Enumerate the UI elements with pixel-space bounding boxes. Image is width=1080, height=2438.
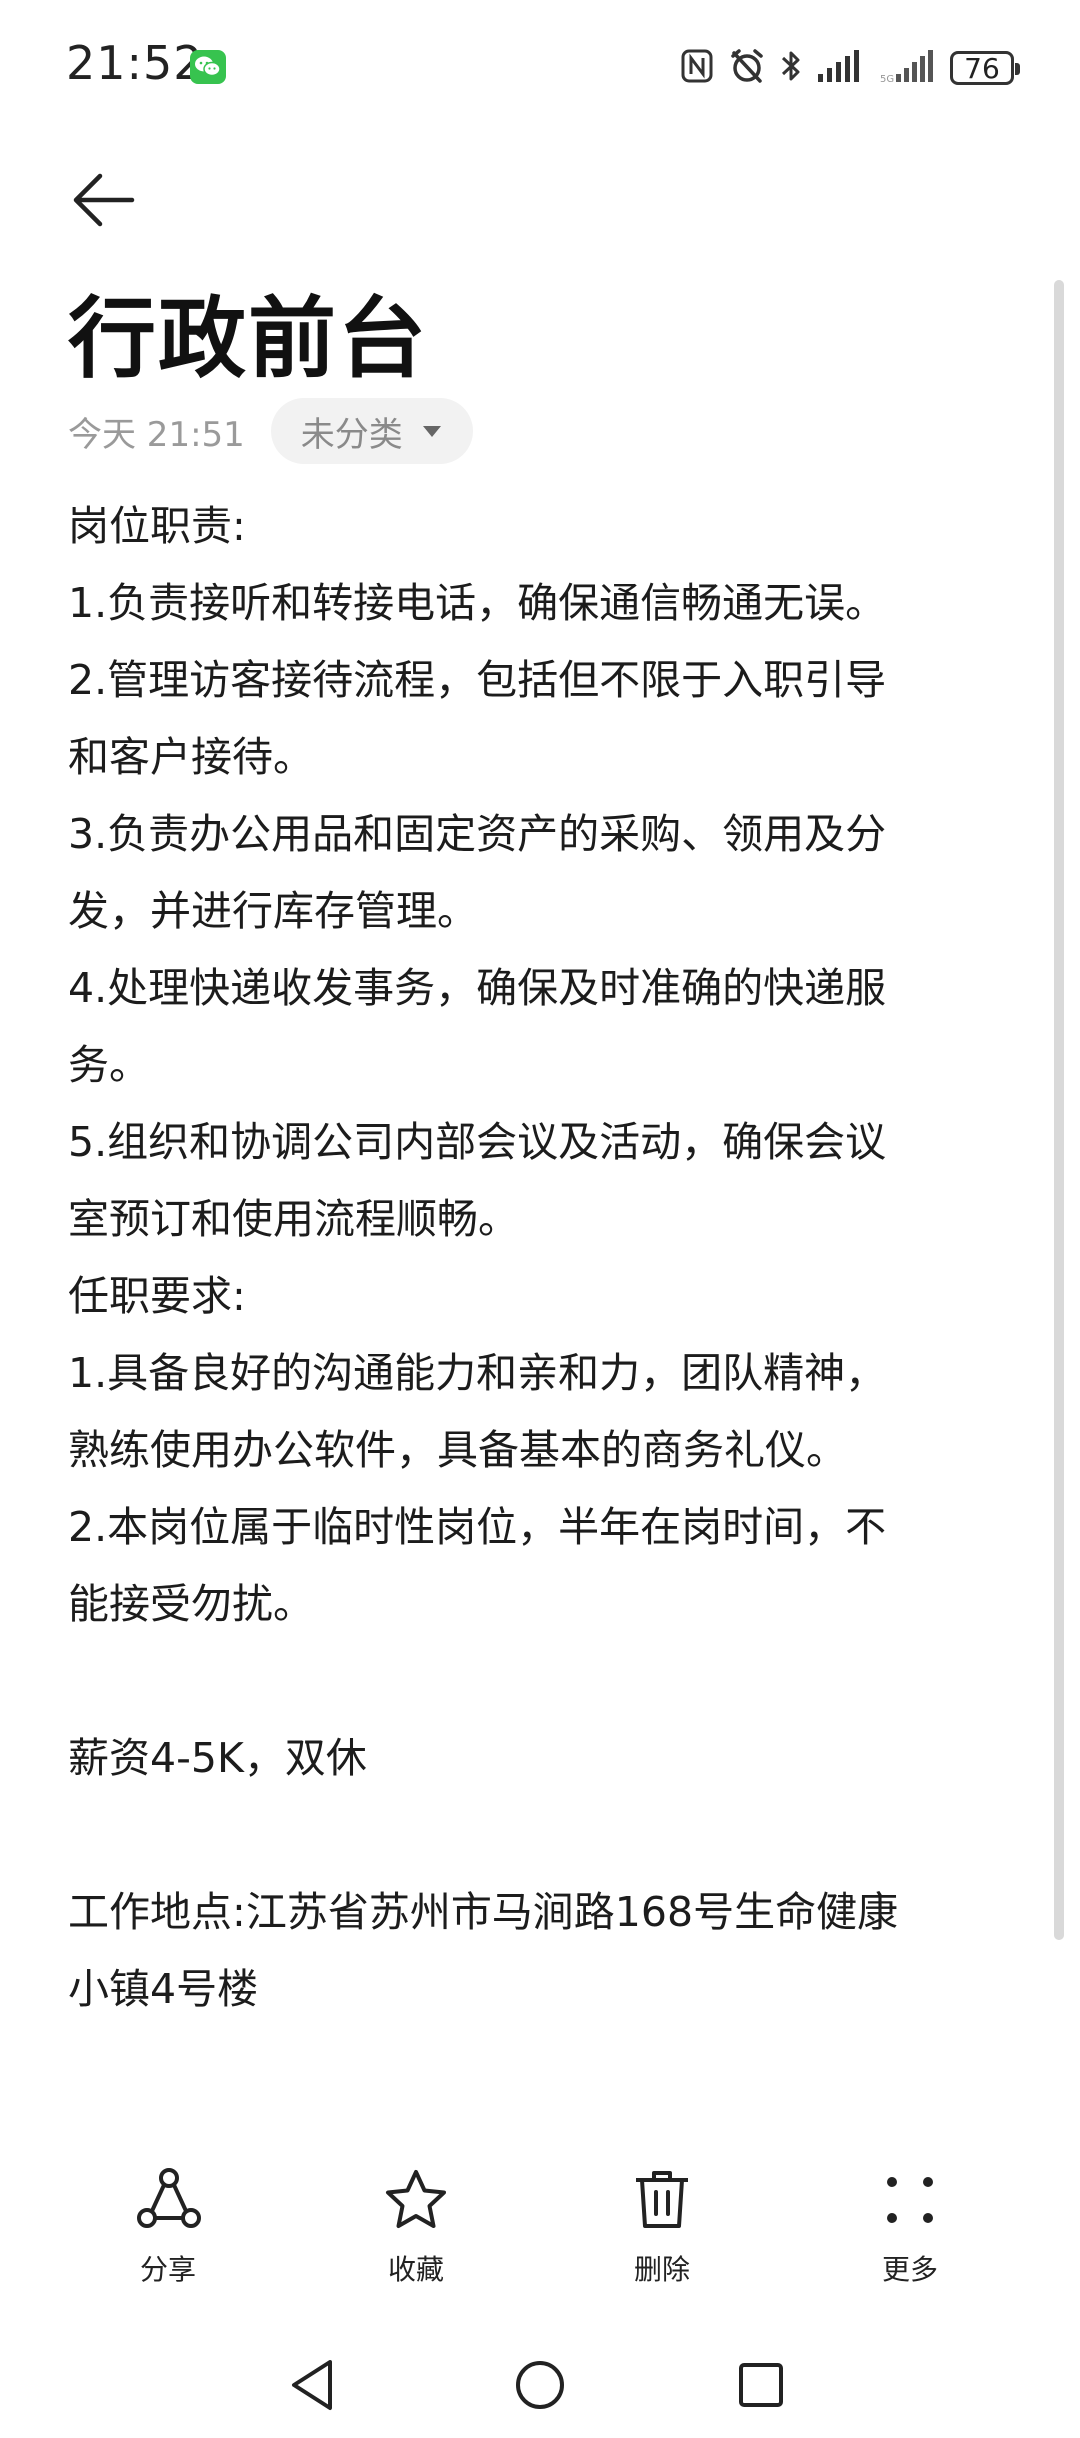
scrollbar-thumb[interactable]: [1054, 280, 1064, 1940]
note-line: 能接受勿扰。: [68, 1580, 314, 1628]
note-line: 2.管理访客接待流程，包括但不限于入职引导: [68, 656, 887, 704]
signal-strength-secondary-icon: 5G: [880, 48, 936, 88]
more-label: 更多: [881, 2253, 938, 2286]
note-line: 1.具备良好的沟通能力和亲和力，团队精神，: [68, 1349, 887, 1397]
note-line: 3.负责办公用品和固定资产的采购、领用及分: [68, 810, 887, 858]
nav-home-button[interactable]: [505, 2350, 575, 2420]
back-button[interactable]: [64, 160, 144, 240]
star-icon: [386, 2170, 446, 2228]
note-detail-screen: 21:52 5G 76 行政前台 今天 21:51 未分类 岗位职责: 1.负责…: [0, 0, 1080, 2438]
battery-indicator: 76: [950, 51, 1020, 85]
delete-button[interactable]: 删除: [582, 2160, 742, 2310]
category-dropdown[interactable]: 未分类: [270, 398, 473, 464]
note-line: 工作地点:江苏省苏州市马涧路168号生命健康: [68, 1888, 899, 1936]
note-line: 1.负责接听和转接电话，确保通信畅通无误。: [68, 579, 887, 627]
note-line: 4.处理快递收发事务，确保及时准确的快递服: [68, 964, 887, 1012]
scrollbar[interactable]: [1054, 280, 1064, 1940]
share-icon: [137, 2168, 201, 2228]
note-line: 务。: [68, 1041, 150, 1089]
trash-icon: [636, 2171, 688, 2228]
alarm-off-icon: [728, 47, 766, 89]
square-recents-icon: [739, 2363, 783, 2407]
bluetooth-icon: [780, 48, 802, 88]
note-blank-line: [68, 1797, 1008, 1874]
note-line: 小镇4号楼: [68, 1965, 259, 2013]
caret-down-icon: [422, 426, 441, 437]
share-button[interactable]: 分享: [88, 2160, 248, 2310]
triangle-back-icon: [292, 2360, 332, 2410]
note-title[interactable]: 行政前台: [68, 268, 428, 395]
delete-label: 删除: [633, 2253, 690, 2286]
favorite-label: 收藏: [387, 2253, 444, 2286]
note-line: 2.本岗位属于临时性岗位，半年在岗时间，不: [68, 1503, 887, 1551]
bottom-toolbar: 分享 收藏 删除 更多: [0, 2160, 1080, 2310]
note-meta: 今天 21:51 未分类: [68, 398, 473, 464]
status-time: 21:52: [66, 36, 204, 90]
note-line: 室预订和使用流程顺畅。: [68, 1195, 519, 1243]
note-line: 任职要求:: [68, 1272, 246, 1320]
category-label: 未分类: [300, 414, 403, 455]
more-button[interactable]: 更多: [830, 2160, 990, 2310]
note-line: 薪资4-5K，双休: [68, 1734, 367, 1782]
note-body[interactable]: 岗位职责: 1.负责接听和转接电话，确保通信畅通无误。 2.管理访客接待流程，包括但…: [68, 488, 1008, 2028]
status-bar: 21:52 5G 76: [0, 0, 1080, 140]
note-line: 岗位职责:: [68, 502, 246, 550]
arrow-left-icon: [73, 173, 135, 227]
wechat-notification-icon: [190, 50, 226, 84]
share-label: 分享: [139, 2253, 196, 2286]
nav-back-button[interactable]: [278, 2350, 348, 2420]
signal-strength-icon: [816, 48, 866, 88]
note-line: 熟练使用办公软件，具备基本的商务礼仪。: [68, 1426, 847, 1474]
more-dots-icon: [887, 2177, 933, 2223]
circle-home-icon: [516, 2361, 564, 2409]
nfc-icon: [680, 48, 714, 88]
note-line: 发，并进行库存管理。: [68, 887, 478, 935]
status-icons: 5G 76: [680, 46, 1020, 90]
svg-text:5G: 5G: [880, 74, 894, 84]
favorite-button[interactable]: 收藏: [336, 2160, 496, 2310]
nav-recents-button[interactable]: [726, 2350, 796, 2420]
note-date: 今天 21:51: [68, 414, 245, 455]
note-blank-line: [68, 1643, 1008, 1720]
note-line: 5.组织和协调公司内部会议及活动，确保会议: [68, 1118, 887, 1166]
system-nav-bar: [0, 2330, 1080, 2438]
note-line: 和客户接待。: [68, 733, 314, 781]
